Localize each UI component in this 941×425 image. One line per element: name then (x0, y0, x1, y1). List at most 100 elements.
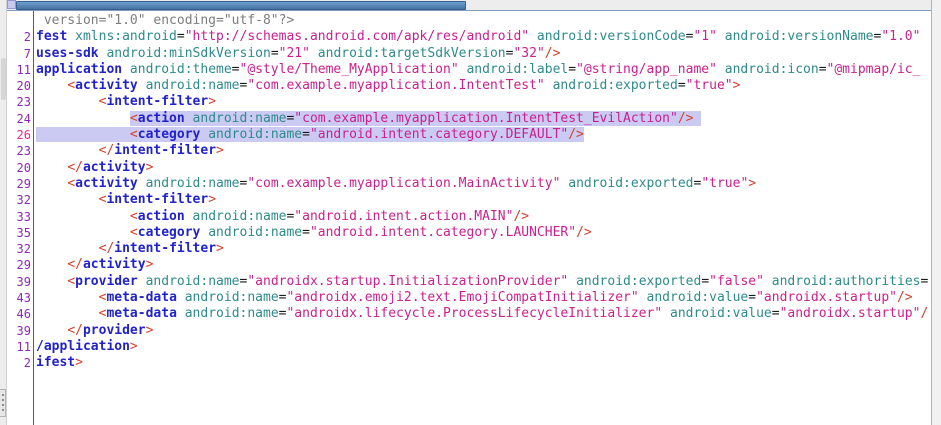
left-splitter[interactable] (0, 0, 7, 425)
scrollbar-left-button[interactable] (7, 0, 16, 9)
line-number: 7 (7, 46, 33, 62)
code-line: 11/application> (7, 339, 931, 355)
code-line: 2ifest> (7, 355, 931, 371)
token: android:name (146, 274, 240, 289)
token (36, 192, 99, 207)
token: version="1.0" encoding="utf-8"?> (36, 13, 294, 28)
token: < (67, 78, 75, 93)
token: android:name (193, 209, 287, 224)
line-number: 35 (7, 225, 33, 241)
token: > (216, 241, 224, 256)
token (639, 290, 647, 305)
code-line: 23 </intent-filter> (7, 143, 931, 159)
token: < (130, 111, 138, 126)
token: = (302, 127, 310, 142)
line-number: 2 (7, 29, 33, 45)
token: "androidx.lifecycle.ProcessLifecycleInit… (286, 306, 662, 321)
left-scrollbar-thumb[interactable] (1, 58, 6, 100)
token: /> (576, 225, 592, 240)
line-number: 39 (7, 274, 33, 290)
vertical-scrollbar[interactable] (931, 0, 941, 425)
token (717, 62, 725, 77)
token (122, 62, 130, 77)
token: intent-filter (114, 143, 216, 158)
token: "@string/app_name" (576, 62, 717, 77)
token: > (75, 355, 83, 370)
code-text: <intent-filter> (33, 94, 216, 110)
token: "android.intent.category.DEFAULT" (310, 127, 568, 142)
token: android:minSdkVersion (106, 46, 270, 61)
line-number: 39 (7, 323, 33, 339)
code-line: 11application android:theme="@style/Them… (7, 62, 931, 78)
code-line: 20 </activity> (7, 160, 931, 176)
token (36, 323, 67, 338)
line-number: 32 (7, 192, 33, 208)
grip-dots-icon (2, 394, 4, 413)
token: action (138, 111, 185, 126)
token: activity (83, 160, 146, 175)
code-text: </intent-filter> (33, 143, 224, 159)
code-text: <meta-data android:name="androidx.emoji2… (33, 290, 913, 306)
code-line: 43 <meta-data android:name="androidx.emo… (7, 290, 931, 306)
token: "http://schemas.android.com/apk/res/andr… (185, 29, 529, 44)
splitter-grip[interactable] (0, 389, 6, 417)
token (36, 274, 67, 289)
token: = (678, 78, 686, 93)
token: uses-sdk (36, 46, 99, 61)
token: "com.example.myapplication.IntentTest" (247, 78, 544, 93)
token: / (920, 306, 928, 321)
code-text: application android:theme="@style/Theme_… (33, 62, 920, 78)
token: android:versionCode (537, 29, 686, 44)
token (662, 306, 670, 321)
token: intent-filter (114, 241, 216, 256)
token: > (216, 143, 224, 158)
token (310, 46, 318, 61)
token: = (568, 62, 576, 77)
code-area[interactable]: version="1.0" encoding="utf-8"?>2fest xm… (7, 11, 931, 425)
token: < (67, 274, 75, 289)
code-text: version="1.0" encoding="utf-8"?> (33, 13, 294, 29)
code-line: 2fest xmlns:android="http://schemas.andr… (7, 29, 931, 45)
token: android:name (185, 306, 279, 321)
token (36, 160, 67, 175)
line-number: 11 (7, 62, 33, 78)
token: intent-filter (106, 94, 208, 109)
token (177, 290, 185, 305)
token: > (748, 176, 756, 191)
token (138, 274, 146, 289)
code-text: /application> (33, 339, 138, 355)
code-line: 35 <category android:name="android.inten… (7, 225, 931, 241)
token: "com.example.myapplication.MainActivity" (247, 176, 560, 191)
horizontal-scrollbar[interactable] (7, 0, 931, 11)
token (36, 241, 99, 256)
code-line: 23 <intent-filter> (7, 94, 931, 110)
token (36, 143, 99, 158)
line-number (7, 13, 33, 29)
token: xmlns:android (75, 29, 177, 44)
token: android:versionName (725, 29, 874, 44)
line-number-current: 26 (7, 127, 33, 143)
code-line: 39 <provider android:name="androidx.star… (7, 274, 931, 290)
code-text: <meta-data android:name="androidx.lifecy… (33, 306, 928, 322)
code-line: 24 <action android:name="com.example.mya… (7, 111, 931, 127)
token (138, 176, 146, 191)
token: /> (678, 111, 694, 126)
line-number: 2 (7, 355, 33, 371)
token: ifest (36, 355, 75, 370)
token: = (302, 225, 310, 240)
token: android:exported (568, 176, 693, 191)
code-text: <provider android:name="androidx.startup… (33, 274, 928, 290)
token: "1" (693, 29, 716, 44)
line-number: 23 (7, 94, 33, 110)
token (36, 176, 67, 191)
code-text: </activity> (33, 160, 153, 176)
token: </ (67, 257, 83, 272)
token: android:label (466, 62, 568, 77)
line-number: 24 (7, 111, 33, 127)
token: = (772, 306, 780, 321)
code-line: 46 <meta-data android:name="androidx.lif… (7, 306, 931, 322)
token (764, 274, 772, 289)
token: < (67, 176, 75, 191)
line-number: 43 (7, 290, 33, 306)
horizontal-scrollbar-thumb[interactable] (16, 1, 466, 10)
